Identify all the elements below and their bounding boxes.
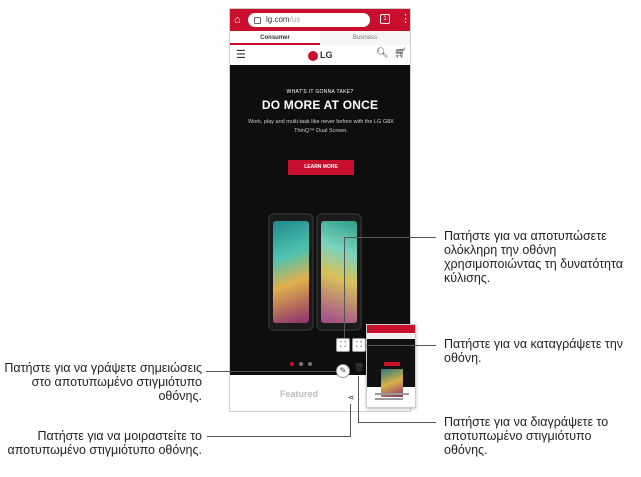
carousel-dot[interactable]	[299, 362, 303, 366]
cart-icon[interactable]: 🛒︎	[394, 48, 407, 59]
home-icon[interactable]: ⌂	[234, 13, 241, 27]
thumbnail-bar	[367, 325, 415, 333]
thumbnail-button	[384, 362, 400, 366]
callout-line	[344, 237, 345, 338]
lg-logo[interactable]: LG	[308, 49, 333, 61]
edit-icon[interactable]: ✎	[336, 364, 350, 378]
scroll-capture-icon[interactable]: ⛶	[336, 338, 350, 352]
more-icon[interactable]: ⋮	[400, 12, 410, 26]
logo-text: LG	[320, 50, 333, 60]
phone-screen-art	[273, 221, 309, 323]
screen-record-icon[interactable]: ⛶	[352, 338, 366, 352]
callout-scroll-capture: Πατήστε για να αποτυπώσετε ολόκληρη την …	[444, 229, 623, 285]
thumbnail-hero	[367, 339, 415, 397]
phone-image-right	[316, 213, 362, 331]
url-field[interactable]: lg.com/us	[248, 13, 370, 27]
thumbnail-text-line	[375, 398, 403, 400]
learn-more-button[interactable]: LEARN MORE	[288, 160, 354, 175]
share-icon[interactable]: ⋖	[344, 392, 358, 406]
carousel-dots	[290, 362, 330, 368]
thumbnail-text-line	[375, 393, 409, 395]
carousel-dot-active[interactable]	[290, 362, 294, 366]
site-header: ☰ LG 🔍︎ 🛒︎	[230, 45, 410, 66]
callout-line	[206, 371, 336, 372]
callout-line	[350, 404, 351, 437]
url-domain: lg.com	[266, 15, 290, 24]
menu-icon[interactable]: ☰	[236, 48, 246, 61]
featured-label: Featured	[280, 389, 319, 399]
site-segment-tabs: Consumer Business	[230, 31, 410, 45]
browser-address-bar: ⌂ lg.com/us 1 ⋮	[230, 9, 410, 31]
callout-share: Πατήστε για να μοιραστείτε το αποτυπωμέν…	[7, 429, 202, 457]
hero-eyebrow: WHAT'S IT GONNA TAKE?	[286, 89, 354, 95]
tabs-icon[interactable]: 1	[380, 14, 390, 24]
callout-line	[207, 436, 350, 437]
search-icon[interactable]: 🔍︎	[376, 48, 389, 59]
hero-subtext: Work, play and multi-task like never bef…	[248, 119, 394, 134]
tab-business[interactable]: Business	[320, 31, 410, 45]
callout-line	[358, 376, 359, 423]
tab-consumer[interactable]: Consumer	[230, 31, 320, 45]
phone-image-left	[268, 213, 314, 331]
callout-line	[358, 422, 436, 423]
callout-write-notes: Πατήστε για να γράψετε σημειώσεις στο απ…	[4, 361, 202, 403]
screenshot-thumbnail[interactable]	[366, 324, 416, 408]
callout-line	[366, 345, 436, 346]
callout-record-screen: Πατήστε για να καταγράψετε την οθόνη.	[444, 337, 624, 365]
callout-line	[344, 237, 436, 238]
callout-delete: Πατήστε για να διαγράψετε το αποτυπωμένο…	[444, 415, 609, 457]
carousel-dot[interactable]	[308, 362, 312, 366]
lg-logo-mark	[308, 50, 318, 61]
lock-icon	[254, 17, 261, 24]
hero-headline: DO MORE AT ONCE	[261, 98, 379, 112]
delete-icon[interactable]: 🗑︎	[352, 362, 366, 376]
url-path: /us	[289, 15, 301, 24]
